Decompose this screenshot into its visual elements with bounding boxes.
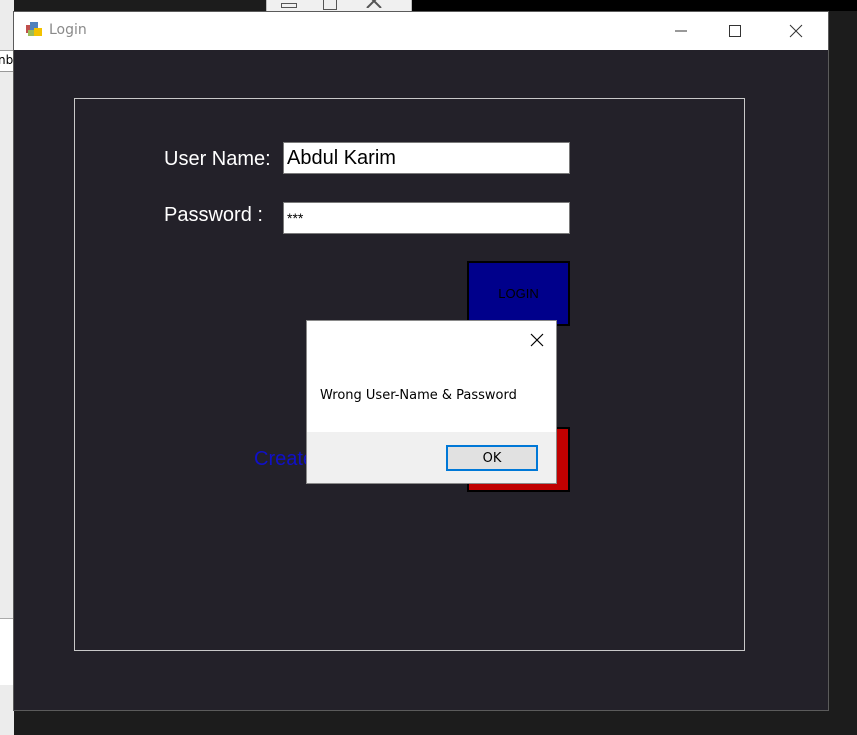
ok-button[interactable]: OK bbox=[446, 445, 538, 471]
background-window-controls bbox=[266, 0, 412, 11]
dialog-footer: OK bbox=[307, 432, 556, 483]
message-box: Wrong User-Name & Password OK bbox=[306, 320, 557, 484]
background-app: nbe bbox=[0, 0, 14, 735]
dialog-close-button[interactable] bbox=[528, 331, 546, 349]
background-desktop bbox=[410, 0, 857, 11]
background-panel bbox=[0, 618, 14, 685]
background-field: nbe bbox=[0, 50, 14, 72]
app-icon bbox=[26, 22, 42, 36]
title-bar[interactable]: Login bbox=[14, 12, 828, 50]
close-icon bbox=[359, 0, 389, 10]
close-button[interactable] bbox=[774, 12, 820, 50]
username-label: User Name: bbox=[164, 148, 271, 170]
maximize-icon bbox=[729, 25, 741, 37]
maximize-button[interactable] bbox=[713, 12, 759, 50]
minimize-icon bbox=[675, 30, 687, 32]
password-label: Password : bbox=[164, 204, 263, 226]
minimize-icon bbox=[273, 0, 303, 10]
close-icon bbox=[530, 333, 544, 347]
username-field[interactable]: Abdul Karim bbox=[283, 142, 570, 174]
password-field[interactable]: *** bbox=[283, 202, 570, 234]
login-button[interactable]: LOGIN bbox=[467, 261, 570, 326]
window-title: Login bbox=[49, 22, 87, 38]
restore-icon bbox=[315, 0, 345, 10]
message-text: Wrong User-Name & Password bbox=[320, 388, 517, 403]
minimize-button[interactable] bbox=[659, 12, 705, 50]
background-text: nbe bbox=[0, 53, 14, 67]
close-icon bbox=[789, 24, 803, 38]
